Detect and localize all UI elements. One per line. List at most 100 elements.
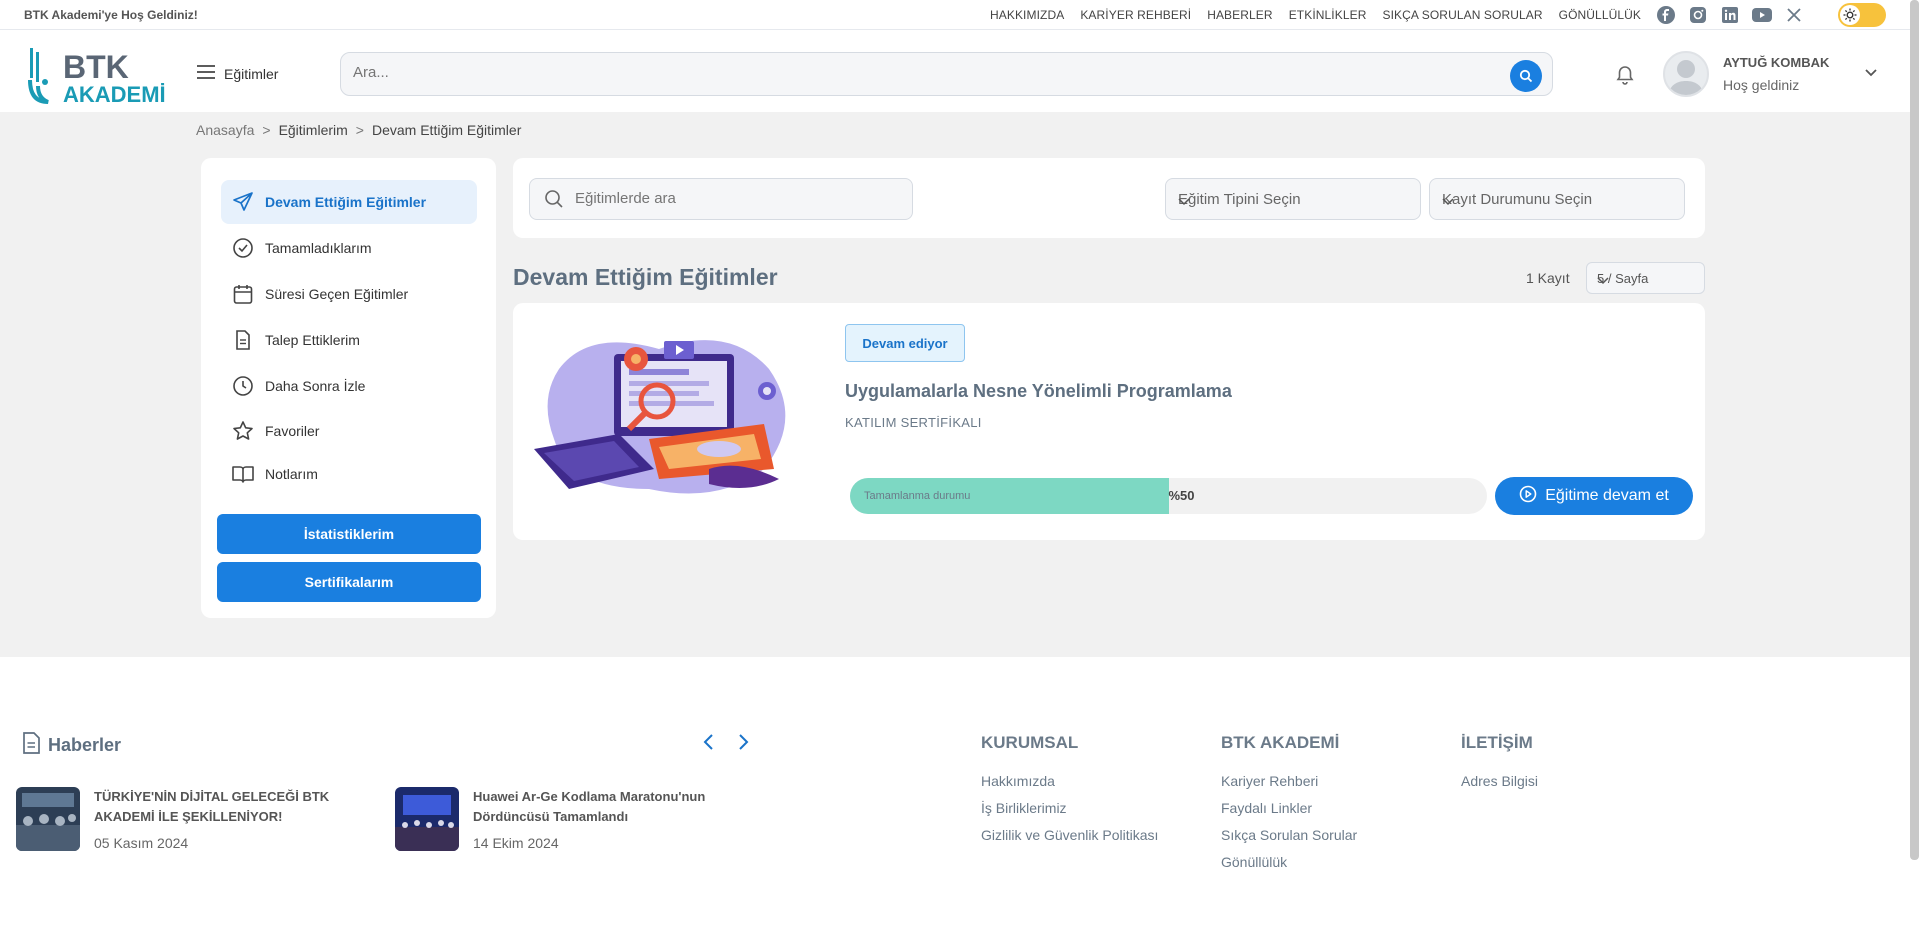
course-card[interactable]: Devam ediyor Uygulamalarla Nesne Yönelim…: [513, 303, 1705, 540]
footer-link[interactable]: Gizlilik ve Güvenlik Politikası: [981, 827, 1158, 843]
top-nav-volunteer[interactable]: GÖNÜLLÜLÜK: [1559, 8, 1641, 22]
footer-link[interactable]: İş Birliklerimiz: [981, 800, 1158, 816]
top-nav-about[interactable]: HAKKIMIZDA: [990, 8, 1064, 22]
status-badge: Devam ediyor: [845, 324, 965, 362]
news-title[interactable]: Huawei Ar-Ge Kodlama Maratonu'nun Dördün…: [473, 787, 733, 827]
sidebar-item-watch-later[interactable]: Daha Sonra İzle: [221, 364, 477, 408]
avatar[interactable]: [1663, 51, 1709, 97]
check-circle-icon: [231, 236, 255, 260]
breadcrumb-home[interactable]: Anasayfa: [196, 122, 254, 138]
top-nav: HAKKIMIZDA KARİYER REHBERİ HABERLER ETKİ…: [990, 8, 1641, 22]
news-item[interactable]: Huawei Ar-Ge Kodlama Maratonu'nun Dördün…: [395, 787, 733, 851]
continue-training-button[interactable]: Eğitime devam et: [1495, 477, 1693, 515]
x-icon[interactable]: [1784, 5, 1804, 25]
youtube-icon[interactable]: [1752, 5, 1772, 25]
footer-column-contact: İLETİŞİM Adres Bilgisi: [1461, 733, 1538, 800]
notification-bell-icon[interactable]: [1614, 64, 1636, 91]
progress-value: %50: [1168, 488, 1195, 503]
statistics-button[interactable]: İstatistiklerim: [217, 514, 481, 554]
breadcrumb-my-trainings[interactable]: Eğitimlerim: [279, 122, 348, 138]
footer-link[interactable]: Kariyer Rehberi: [1221, 773, 1357, 789]
footer-link[interactable]: Faydalı Linkler: [1221, 800, 1357, 816]
top-bar: BTK Akademi'ye Hoş Geldiniz! HAKKIMIZDA …: [0, 0, 1919, 30]
news-item[interactable]: TÜRKİYE'NİN DİJİTAL GELECEĞİ BTK AKADEMİ…: [16, 787, 354, 851]
sidebar-item-expired[interactable]: Süresi Geçen Eğitimler: [221, 272, 477, 316]
main-search: [340, 52, 1553, 96]
section-title: Devam Ettiğim Eğitimler: [513, 264, 778, 290]
chevron-left-icon[interactable]: [702, 733, 716, 756]
breadcrumb-current: Devam Ettiğim Eğitimler: [371, 122, 522, 138]
linkedin-icon[interactable]: [1720, 5, 1740, 25]
footer-column-heading: BTK AKADEMİ: [1221, 733, 1340, 752]
footer-column-btk-academy: BTK AKADEMİ Kariyer Rehberi Faydalı Link…: [1221, 733, 1357, 881]
user-menu-chevron-icon[interactable]: [1864, 65, 1878, 83]
sidebar-item-completed[interactable]: Tamamladıklarım: [221, 226, 477, 270]
page-scrollbar[interactable]: [1910, 0, 1919, 860]
search-icon: [1519, 69, 1533, 83]
top-nav-news[interactable]: HABERLER: [1207, 8, 1273, 22]
chevron-right-icon[interactable]: [736, 733, 750, 756]
btk-logo[interactable]: BTK AKADEMİ: [28, 46, 173, 107]
top-nav-faq[interactable]: SIKÇA SORULAN SORULAR: [1382, 8, 1542, 22]
news-date: 14 Ekim 2024: [473, 835, 559, 851]
news-title[interactable]: TÜRKİYE'NİN DİJİTAL GELECEĞİ BTK AKADEMİ…: [94, 787, 354, 827]
sun-icon: [1840, 5, 1860, 25]
calendar-icon: [231, 282, 255, 306]
top-nav-career[interactable]: KARİYER REHBERİ: [1080, 8, 1191, 22]
news-date: 05 Kasım 2024: [94, 835, 189, 851]
sidebar-item-label: Talep Ettiklerim: [265, 332, 360, 348]
news-heading-label: Haberler: [48, 735, 122, 755]
footer: Haberler TÜRKİYE'NİN DİJİTAL GELECEĞİ BT…: [0, 657, 1919, 930]
play-circle-icon: [1519, 485, 1537, 508]
facebook-icon[interactable]: [1656, 5, 1676, 25]
course-certificate-type: KATILIM SERTİFİKALI: [845, 415, 982, 430]
footer-link[interactable]: Gönüllülük: [1221, 854, 1357, 870]
sidebar-item-label: Devam Ettiğim Eğitimler: [265, 194, 427, 210]
breadcrumb-separator: >: [355, 122, 364, 138]
certificates-button[interactable]: Sertifikalarım: [217, 562, 481, 602]
footer-column-heading: İLETİŞİM: [1461, 733, 1533, 752]
training-search: [529, 178, 913, 220]
training-type-select[interactable]: Eğitim Tipini Seçin: [1165, 178, 1421, 220]
course-title[interactable]: Uygulamalarla Nesne Yönelimli Programlam…: [845, 381, 1232, 402]
chevron-down-icon: [1442, 193, 1672, 210]
chevron-down-icon: [1178, 193, 1408, 210]
course-illustration[interactable]: [529, 329, 791, 501]
education-menu-button[interactable]: Eğitimler: [196, 64, 278, 83]
completion-progress-bar: Tamamlanma durumu %50: [850, 478, 1487, 514]
header: BTK AKADEMİ Eğitimler AYTUĞ KOMBAK Hoş g…: [0, 30, 1919, 112]
sidebar-item-requested[interactable]: Talep Ettiklerim: [221, 318, 477, 362]
education-menu-label: Eğitimler: [224, 65, 279, 82]
registration-status-select[interactable]: Kayıt Durumunu Seçin: [1429, 178, 1685, 220]
news-heading: Haberler: [20, 731, 121, 760]
svg-text:BTK: BTK: [63, 49, 129, 85]
hamburger-icon: [196, 64, 216, 83]
theme-toggle[interactable]: [1838, 3, 1886, 27]
sidebar-item-ongoing[interactable]: Devam Ettiğim Eğitimler: [221, 180, 477, 224]
main-search-input[interactable]: [353, 64, 1453, 81]
progress-label: Tamamlanma durumu: [864, 490, 971, 502]
sidebar-item-label: Favoriler: [265, 423, 320, 439]
book-icon: [231, 462, 255, 486]
sidebar-item-notes[interactable]: Notlarım: [221, 452, 477, 496]
star-icon: [231, 419, 255, 443]
footer-link[interactable]: Sıkça Sorulan Sorular: [1221, 827, 1357, 843]
news-carousel-controls: [702, 733, 750, 756]
document-icon: [20, 731, 42, 760]
instagram-icon[interactable]: [1688, 5, 1708, 25]
social-links: [1656, 5, 1804, 25]
footer-link[interactable]: Hakkımızda: [981, 773, 1158, 789]
top-nav-events[interactable]: ETKİNLİKLER: [1289, 8, 1367, 22]
continue-training-label: Eğitime devam et: [1545, 487, 1669, 504]
training-search-input[interactable]: [575, 190, 895, 207]
news-thumbnail: [395, 787, 459, 851]
footer-link[interactable]: Adres Bilgisi: [1461, 773, 1538, 789]
search-button[interactable]: [1510, 60, 1542, 92]
page-size-select[interactable]: 5 / Sayfa: [1586, 262, 1705, 294]
svg-text:AKADEMİ: AKADEMİ: [63, 82, 166, 106]
sidebar-item-label: Notlarım: [265, 466, 318, 482]
sidebar-item-favorites[interactable]: Favoriler: [221, 409, 477, 453]
record-count: 1 Kayıt: [1526, 270, 1570, 286]
user-name[interactable]: AYTUĞ KOMBAK: [1723, 55, 1829, 70]
search-icon: [544, 189, 564, 214]
